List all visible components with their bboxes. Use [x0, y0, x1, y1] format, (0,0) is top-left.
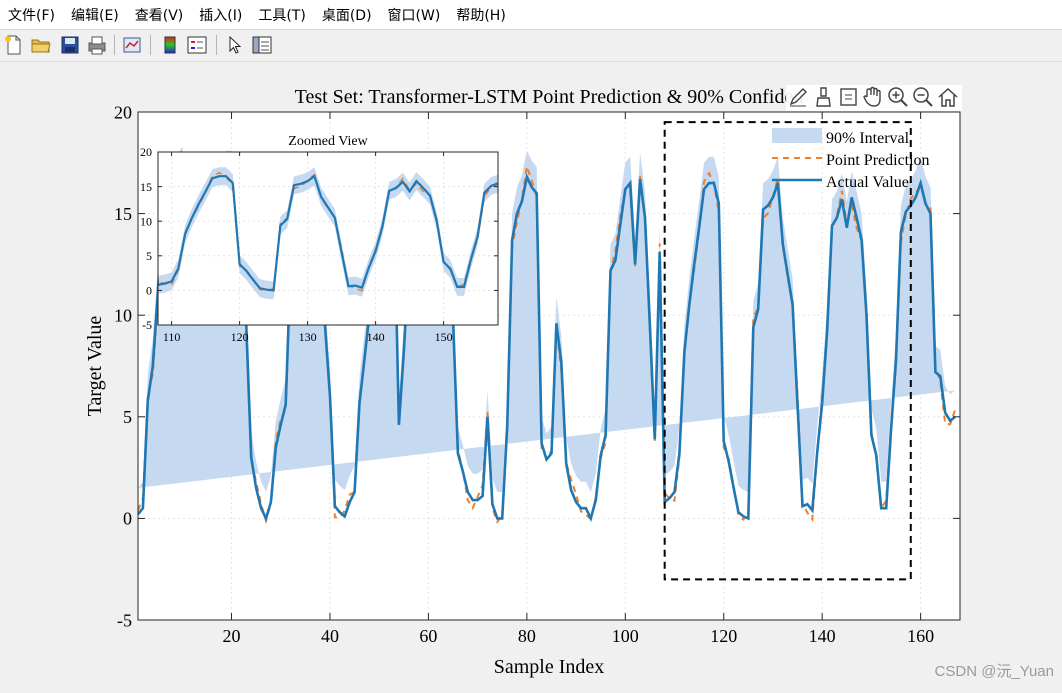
x-tick-label: 80: [518, 626, 536, 646]
x-tick-label: 20: [223, 626, 241, 646]
y-tick-label: -5: [142, 318, 152, 332]
x-tick-label: 110: [163, 330, 181, 344]
menu-bar: 文件(F) 编辑(E) 查看(V) 插入(I) 工具(T) 桌面(D) 窗口(W) 帮助(H): [0, 0, 1062, 30]
legend-swatch-interval: [772, 128, 822, 143]
y-tick-label: 20: [114, 102, 132, 122]
y-tick-label: 0: [123, 509, 132, 529]
figure-canvas: 20 40 60 80 100 120 140 160 -5 0 5 10 15 20 Test Set:…: [0, 62, 1062, 689]
y-tick-label: 5: [123, 407, 132, 427]
link-plot-icon[interactable]: [121, 34, 143, 56]
x-tick-label: 60: [419, 626, 437, 646]
y-tick-label: 15: [114, 204, 132, 224]
axes-toolbar: [786, 85, 962, 111]
menu-item-3[interactable]: 插入(I): [191, 5, 250, 25]
x-tick-label: 120: [710, 626, 737, 646]
legend-label-actual: Actual Value: [826, 174, 909, 191]
menu-item-1[interactable]: 编辑(E): [63, 5, 127, 25]
legend-label-prediction: Point Prediction: [826, 152, 930, 169]
legend-icon[interactable]: [186, 34, 208, 56]
x-tick-label: 40: [321, 626, 339, 646]
menu-item-7[interactable]: 帮助(H): [448, 5, 513, 25]
y-tick-label: 10: [114, 306, 132, 326]
y-axis-label: Target Value: [84, 316, 106, 417]
toolbar-separator: [216, 35, 217, 55]
y-tick-label: 5: [146, 249, 152, 263]
main-chart: 20 40 60 80 100 120 140 160-505101520 Test Set:…: [84, 85, 962, 678]
y-tick-label: -5: [117, 610, 132, 630]
x-tick-label: 120: [231, 330, 249, 344]
legend-label-interval: 90% Interval: [826, 130, 910, 147]
y-tick-label: 0: [146, 284, 152, 298]
open-folder-icon[interactable]: [30, 34, 52, 56]
figure-toolbar: [0, 30, 1062, 62]
x-tick-label: 130: [299, 330, 317, 344]
y-tick-label: 20: [140, 145, 152, 159]
x-tick-label: 140: [809, 626, 836, 646]
print-icon[interactable]: [86, 34, 108, 56]
y-tick-label: 15: [140, 180, 152, 194]
x-tick-label: 150: [435, 330, 453, 344]
chart-title: Test Set: Transformer-LSTM Point Predict…: [295, 86, 804, 108]
new-file-icon[interactable]: [3, 34, 25, 56]
x-tick-label: 100: [612, 626, 639, 646]
colorbar-icon[interactable]: [159, 34, 181, 56]
menu-item-2[interactable]: 查看(V): [127, 5, 192, 25]
save-icon[interactable]: [59, 34, 81, 56]
inset-title: Zoomed View: [288, 134, 368, 149]
menu-item-5[interactable]: 桌面(D): [314, 5, 380, 25]
menu-item-4[interactable]: 工具(T): [250, 5, 313, 25]
toolbar-separator: [114, 35, 115, 55]
y-tick-label: 10: [140, 214, 152, 228]
toolbar-separator: [150, 35, 151, 55]
x-axis-label: Sample Index: [494, 656, 605, 678]
menu-item-0[interactable]: 文件(F): [0, 5, 63, 25]
x-tick-label: 140: [367, 330, 385, 344]
pointer-icon[interactable]: [224, 34, 246, 56]
menu-item-6[interactable]: 窗口(W): [380, 5, 449, 25]
property-inspector-icon[interactable]: [251, 34, 273, 56]
zoomed-inset-chart: 110 120 130 140 150 -5 0 5 10 15 20 Zoomed View: [140, 134, 499, 344]
x-tick-label: 160: [907, 626, 934, 646]
watermark: CSDN @沅_Yuan: [934, 663, 1054, 680]
